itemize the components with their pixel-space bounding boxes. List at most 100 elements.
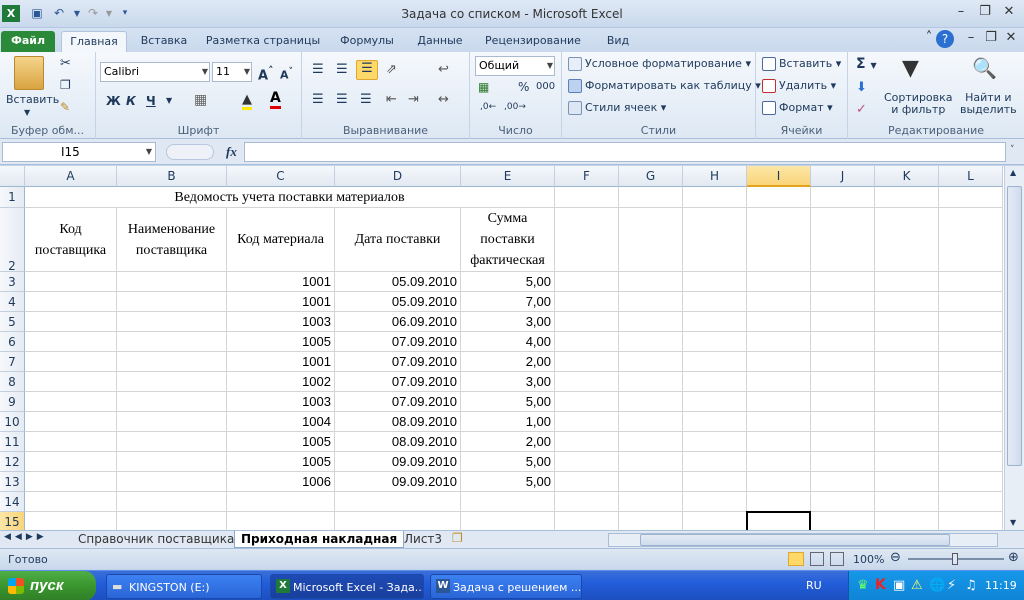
minimize-icon[interactable]: –	[950, 4, 972, 22]
cell[interactable]	[939, 208, 1003, 272]
column-header-b[interactable]: B	[117, 166, 227, 187]
cell[interactable]	[875, 372, 939, 392]
expand-formula-icon[interactable]: ˅	[1010, 145, 1015, 155]
data-cell[interactable]	[117, 272, 227, 292]
column-header-g[interactable]: G	[619, 166, 683, 187]
cell[interactable]	[747, 312, 811, 332]
font-color-icon[interactable]: A	[270, 90, 281, 109]
tab-file[interactable]: Файл	[1, 31, 55, 52]
align-center-icon[interactable]: ☰	[336, 92, 348, 107]
cell[interactable]	[747, 292, 811, 312]
help-icon[interactable]: ?	[936, 30, 954, 48]
cell[interactable]	[227, 512, 335, 530]
tab-formulas[interactable]: Формулы	[332, 31, 402, 52]
cell[interactable]	[747, 272, 811, 292]
row-header-1[interactable]: 1	[0, 187, 25, 208]
cell[interactable]	[875, 187, 939, 208]
cell[interactable]	[811, 332, 875, 352]
data-cell[interactable]	[25, 332, 117, 352]
tab-insert[interactable]: Вставка	[134, 31, 194, 52]
row-header-10[interactable]: 10	[0, 412, 25, 432]
data-cell[interactable]: 5,00	[461, 272, 555, 292]
cell[interactable]	[683, 372, 747, 392]
cell[interactable]	[939, 272, 1003, 292]
column-header-f[interactable]: F	[555, 166, 619, 187]
cell[interactable]	[683, 332, 747, 352]
cell[interactable]	[555, 272, 619, 292]
cell[interactable]	[875, 208, 939, 272]
cell[interactable]	[619, 292, 683, 312]
cell[interactable]	[555, 312, 619, 332]
zoom-level[interactable]: 100%	[853, 553, 884, 566]
wb-close-icon[interactable]: ✕	[1000, 30, 1022, 48]
column-label-cell[interactable]: Код материала	[227, 208, 335, 272]
data-cell[interactable]: 08.09.2010	[335, 432, 461, 452]
data-cell[interactable]: 5,00	[461, 392, 555, 412]
task-kingston[interactable]: KINGSTON (E:)	[106, 574, 262, 599]
fill-color-icon[interactable]: ▲	[242, 92, 252, 110]
data-cell[interactable]: 1002	[227, 372, 335, 392]
cell[interactable]	[875, 432, 939, 452]
cell[interactable]	[811, 208, 875, 272]
grow-font-icon[interactable]: A˄	[258, 64, 273, 83]
normal-view-icon[interactable]	[788, 552, 804, 566]
data-cell[interactable]	[117, 292, 227, 312]
column-label-cell[interactable]: Сумма поставки фактическая	[461, 208, 555, 272]
cell[interactable]	[939, 412, 1003, 432]
cell[interactable]	[939, 492, 1003, 512]
cell[interactable]	[875, 472, 939, 492]
tab-page-layout[interactable]: Разметка страницы	[200, 31, 326, 52]
cell[interactable]	[619, 432, 683, 452]
cell[interactable]	[619, 352, 683, 372]
cell[interactable]	[555, 432, 619, 452]
cell[interactable]	[811, 272, 875, 292]
data-cell[interactable]: 1001	[227, 292, 335, 312]
cell[interactable]	[811, 512, 875, 530]
close-icon[interactable]: ✕	[998, 4, 1020, 22]
data-cell[interactable]	[25, 292, 117, 312]
cell[interactable]	[811, 187, 875, 208]
row-header-2[interactable]: 2	[0, 208, 25, 273]
column-label-cell[interactable]: Код поставщика	[25, 208, 117, 272]
data-cell[interactable]	[25, 372, 117, 392]
data-cell[interactable]	[117, 392, 227, 412]
cell[interactable]	[619, 412, 683, 432]
cell[interactable]	[747, 208, 811, 272]
vertical-scrollbar[interactable]: ▲ ▼	[1004, 166, 1024, 530]
align-left-icon[interactable]: ☰	[312, 92, 324, 107]
row-header-7[interactable]: 7	[0, 352, 25, 372]
cell[interactable]	[335, 512, 461, 530]
data-cell[interactable]: 07.09.2010	[335, 332, 461, 352]
column-header-j[interactable]: J	[811, 166, 875, 187]
format-as-table-button[interactable]: Форматировать как таблицу ▾	[568, 79, 761, 93]
increase-indent-icon[interactable]: ⇥	[408, 92, 419, 107]
cell[interactable]	[747, 492, 811, 512]
cell[interactable]	[555, 412, 619, 432]
page-layout-view-icon[interactable]	[810, 552, 824, 566]
row-header-8[interactable]: 8	[0, 372, 25, 392]
data-cell[interactable]: 1005	[227, 332, 335, 352]
active-cell-selection[interactable]	[746, 511, 811, 530]
data-cell[interactable]	[25, 272, 117, 292]
tray-network-icon[interactable]: ♛	[857, 578, 869, 593]
data-cell[interactable]: 1006	[227, 472, 335, 492]
column-header-h[interactable]: H	[683, 166, 747, 187]
row-header-5[interactable]: 5	[0, 312, 25, 332]
cell[interactable]	[683, 492, 747, 512]
data-cell[interactable]: 2,00	[461, 432, 555, 452]
data-cell[interactable]: 5,00	[461, 452, 555, 472]
cell[interactable]	[683, 312, 747, 332]
vertical-scroll-thumb[interactable]	[1007, 186, 1022, 466]
row-header-4[interactable]: 4	[0, 292, 25, 312]
row-header-12[interactable]: 12	[0, 452, 25, 472]
align-bottom-icon[interactable]: ☰	[356, 60, 378, 80]
data-cell[interactable]	[25, 452, 117, 472]
tab-view[interactable]: Вид	[598, 31, 638, 52]
cell[interactable]	[555, 492, 619, 512]
scroll-up-icon[interactable]: ▲	[1010, 168, 1016, 177]
cell[interactable]	[939, 372, 1003, 392]
data-cell[interactable]: 4,00	[461, 332, 555, 352]
row-header-13[interactable]: 13	[0, 472, 25, 492]
cell[interactable]	[117, 512, 227, 530]
data-cell[interactable]: 09.09.2010	[335, 452, 461, 472]
